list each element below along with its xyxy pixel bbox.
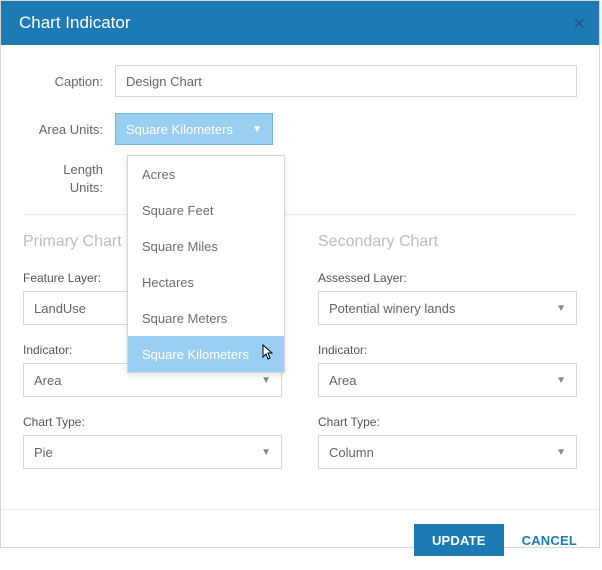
- secondary-indicator-select[interactable]: Area ▼: [318, 363, 577, 397]
- area-units-option-square-kilometers[interactable]: Square Kilometers: [128, 336, 284, 372]
- chart-indicator-dialog: Chart Indicator × Caption: Area Units: S…: [0, 0, 600, 548]
- assessed-layer-value: Potential winery lands: [329, 301, 455, 316]
- area-units-selected-text: Square Kilometers: [126, 122, 233, 137]
- update-button[interactable]: UPDATE: [414, 524, 504, 556]
- dialog-title: Chart Indicator: [19, 13, 131, 33]
- assessed-layer-label: Assessed Layer:: [318, 271, 577, 285]
- caption-input[interactable]: [115, 65, 577, 97]
- area-units-select[interactable]: Square Kilometers ▼: [115, 113, 273, 145]
- area-units-row: Area Units: Square Kilometers ▼: [23, 113, 577, 145]
- secondary-indicator-value: Area: [329, 373, 356, 388]
- cursor-icon: [260, 344, 276, 365]
- close-icon[interactable]: ×: [573, 13, 585, 36]
- area-units-option-acres[interactable]: Acres: [128, 156, 284, 192]
- length-units-row: Length Units:: [23, 161, 577, 196]
- caption-row: Caption:: [23, 65, 577, 97]
- secondary-indicator-label: Indicator:: [318, 343, 577, 357]
- dialog-header: Chart Indicator ×: [1, 1, 599, 45]
- caret-down-icon: ▼: [556, 447, 566, 458]
- feature-layer-value: LandUse: [34, 301, 86, 316]
- secondary-chart-section: Secondary Chart Assessed Layer: Potentia…: [318, 233, 577, 487]
- caret-down-icon: ▼: [556, 375, 566, 386]
- secondary-charttype-select[interactable]: Column ▼: [318, 435, 577, 469]
- caret-down-icon: ▼: [556, 303, 566, 314]
- caret-down-icon: ▼: [261, 375, 271, 386]
- area-units-option-square-miles[interactable]: Square Miles: [128, 228, 284, 264]
- caret-down-icon: ▼: [261, 447, 271, 458]
- length-units-label: Length Units:: [23, 161, 115, 196]
- area-units-option-hectares[interactable]: Hectares: [128, 264, 284, 300]
- assessed-layer-select[interactable]: Potential winery lands ▼: [318, 291, 577, 325]
- area-units-option-square-feet[interactable]: Square Feet: [128, 192, 284, 228]
- primary-indicator-value: Area: [34, 373, 61, 388]
- primary-charttype-label: Chart Type:: [23, 415, 282, 429]
- secondary-charttype-label: Chart Type:: [318, 415, 577, 429]
- chart-sections: Primary Chart Feature Layer: LandUse ▼ I…: [23, 233, 577, 487]
- secondary-charttype-value: Column: [329, 445, 374, 460]
- option-label: Square Kilometers: [142, 347, 249, 362]
- caret-down-icon: ▼: [252, 124, 262, 135]
- primary-charttype-value: Pie: [34, 445, 53, 460]
- area-units-dropdown: Acres Square Feet Square Miles Hectares …: [127, 155, 285, 373]
- secondary-chart-title: Secondary Chart: [318, 233, 577, 251]
- caption-label: Caption:: [23, 74, 115, 89]
- cancel-button[interactable]: CANCEL: [522, 533, 577, 548]
- primary-charttype-select[interactable]: Pie ▼: [23, 435, 282, 469]
- dialog-footer: UPDATE CANCEL: [1, 510, 599, 570]
- divider: [23, 214, 577, 215]
- dialog-body: Caption: Area Units: Square Kilometers ▼…: [1, 45, 599, 501]
- area-units-label: Area Units:: [23, 122, 115, 137]
- area-units-option-square-meters[interactable]: Square Meters: [128, 300, 284, 336]
